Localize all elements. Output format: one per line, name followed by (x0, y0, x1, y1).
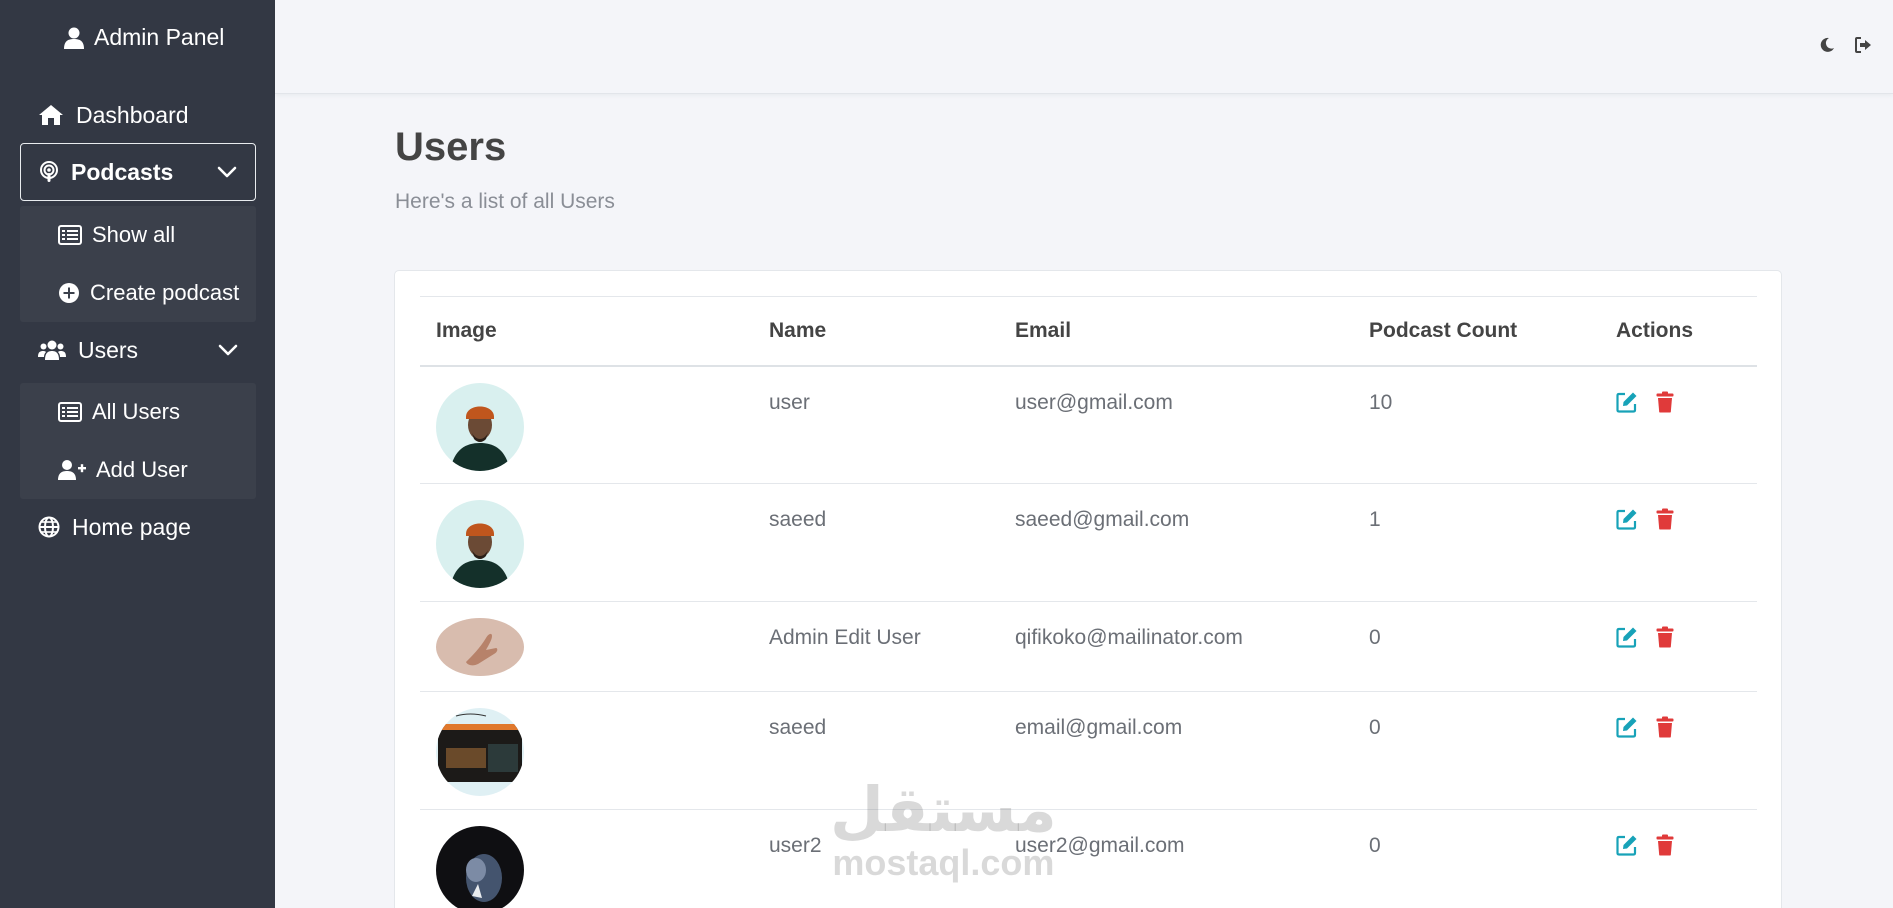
sidebar-item-users[interactable]: Users (20, 321, 256, 379)
sign-out-icon[interactable] (1855, 37, 1873, 53)
edit-icon[interactable] (1616, 626, 1638, 648)
table-header-row: Image Name Email Podcast Count Actions (420, 296, 1757, 367)
home-icon (38, 104, 64, 126)
podcast-icon (39, 161, 59, 183)
users-table: Image Name Email Podcast Count Actions u… (420, 296, 1757, 908)
user-name: Admin Edit User (753, 601, 999, 692)
users-table-card: Image Name Email Podcast Count Actions u… (394, 270, 1782, 908)
podcast-count: 0 (1353, 601, 1600, 692)
user-name: user (753, 365, 999, 484)
table-row: user user@gmail.com 10 (420, 365, 1757, 484)
delete-icon[interactable] (1656, 626, 1674, 648)
avatar (436, 826, 524, 908)
edit-icon[interactable] (1616, 716, 1638, 738)
column-header-image: Image (420, 296, 753, 367)
column-header-podcast-count: Podcast Count (1353, 296, 1600, 367)
sidebar-item-podcasts[interactable]: Podcasts (20, 143, 256, 201)
sidebar: Admin Panel Dashboard Podcasts Show all … (0, 0, 275, 908)
podcast-count: 0 (1353, 809, 1600, 908)
user-name: saeed (753, 483, 999, 602)
avatar (436, 618, 524, 676)
sidebar-item-label: All Users (92, 399, 181, 424)
top-bar (275, 0, 1893, 94)
user-email: user@gmail.com (999, 365, 1353, 484)
table-row: saeed email@gmail.com 0 (420, 691, 1757, 810)
avatar (436, 500, 524, 588)
plus-circle-icon (58, 282, 80, 304)
table-row: user2 user2@gmail.com 0 (420, 809, 1757, 908)
sidebar-item-show-all[interactable]: Show all (20, 206, 256, 264)
delete-icon[interactable] (1656, 391, 1674, 413)
sidebar-item-label: Podcasts (71, 158, 174, 185)
sidebar-item-add-user[interactable]: Add User (20, 441, 256, 499)
brand[interactable]: Admin Panel (64, 24, 224, 51)
chevron-down-icon (217, 166, 237, 178)
avatar (436, 708, 524, 796)
users-icon (38, 339, 66, 361)
podcast-count: 10 (1353, 365, 1600, 484)
column-header-email: Email (999, 296, 1353, 367)
avatar (436, 382, 524, 471)
table-row: saeed saeed@gmail.com 1 (420, 483, 1757, 602)
user-name: user2 (753, 809, 999, 908)
user-plus-icon (58, 459, 86, 481)
user-email: user2@gmail.com (999, 809, 1353, 908)
edit-icon[interactable] (1616, 391, 1638, 413)
sidebar-item-label: Users (78, 336, 139, 363)
edit-icon[interactable] (1616, 834, 1638, 856)
moon-icon[interactable] (1819, 37, 1835, 53)
sidebar-item-label: Dashboard (76, 101, 189, 128)
page-subtitle: Here's a list of all Users (395, 190, 615, 213)
delete-icon[interactable] (1656, 716, 1674, 738)
column-header-actions: Actions (1600, 296, 1757, 367)
podcast-count: 1 (1353, 483, 1600, 602)
user-email: saeed@gmail.com (999, 483, 1353, 602)
sidebar-item-create-podcast[interactable]: Create podcast (20, 264, 256, 322)
sidebar-item-dashboard[interactable]: Dashboard (20, 86, 256, 144)
table-row: Admin Edit User qifikoko@mailinator.com … (420, 601, 1757, 692)
edit-icon[interactable] (1616, 508, 1638, 530)
list-icon (58, 225, 82, 245)
sidebar-item-all-users[interactable]: All Users (20, 383, 256, 441)
list-icon (58, 402, 82, 422)
brand-label: Admin Panel (94, 24, 225, 50)
podcasts-submenu: Show all Create podcast (20, 206, 256, 322)
user-name: saeed (753, 691, 999, 810)
delete-icon[interactable] (1656, 508, 1674, 530)
sidebar-item-label: Create podcast (90, 280, 240, 305)
sidebar-item-label: Add User (96, 457, 188, 482)
user-email: email@gmail.com (999, 691, 1353, 810)
sidebar-item-home-page[interactable]: Home page (20, 498, 256, 556)
page-title: Users (395, 125, 507, 169)
sidebar-item-label: Show all (92, 222, 176, 247)
podcast-count: 0 (1353, 691, 1600, 810)
chevron-down-icon (218, 344, 238, 356)
globe-icon (38, 516, 60, 538)
delete-icon[interactable] (1656, 834, 1674, 856)
user-icon (64, 27, 84, 49)
users-submenu: All Users Add User (20, 383, 256, 499)
user-email: qifikoko@mailinator.com (999, 601, 1353, 692)
sidebar-item-label: Home page (72, 513, 191, 540)
column-header-name: Name (753, 296, 999, 367)
